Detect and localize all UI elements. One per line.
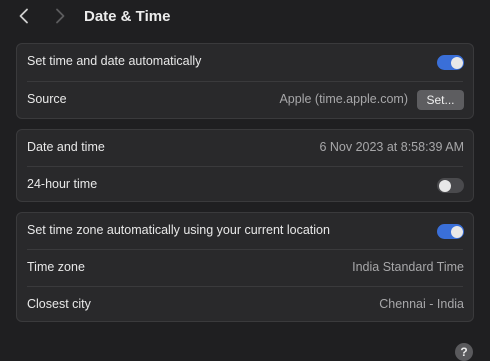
back-button[interactable] bbox=[14, 6, 34, 26]
closest-city-row: Closest city Chennai - India bbox=[17, 287, 473, 323]
source-value: Apple (time.apple.com) bbox=[279, 92, 408, 106]
toggle-knob bbox=[450, 56, 463, 69]
date-time-label: Date and time bbox=[27, 140, 105, 154]
hour24-row: 24-hour time bbox=[17, 167, 473, 203]
auto-timezone-row: Set time zone automatically using your c… bbox=[17, 213, 473, 249]
toggle-knob bbox=[450, 225, 463, 238]
source-row: Source Apple (time.apple.com) Set... bbox=[17, 82, 473, 118]
timezone-value: India Standard Time bbox=[352, 260, 464, 274]
page-title: Date & Time bbox=[84, 8, 171, 25]
chevron-right-icon bbox=[56, 8, 65, 24]
set-source-button[interactable]: Set... bbox=[417, 90, 464, 110]
hour24-toggle[interactable] bbox=[437, 178, 464, 193]
toggle-knob bbox=[438, 179, 451, 192]
set-automatically-toggle[interactable] bbox=[437, 55, 464, 70]
auto-timezone-label: Set time zone automatically using your c… bbox=[27, 223, 330, 237]
help-button[interactable]: ? bbox=[455, 343, 473, 361]
auto-time-group: Set time and date automatically Source A… bbox=[16, 43, 474, 119]
source-label: Source bbox=[27, 92, 67, 106]
timezone-group: Set time zone automatically using your c… bbox=[16, 212, 474, 322]
date-time-row: Date and time 6 Nov 2023 at 8:58:39 AM bbox=[17, 130, 473, 166]
date-time-group: Date and time 6 Nov 2023 at 8:58:39 AM 2… bbox=[16, 129, 474, 202]
chevron-left-icon bbox=[19, 8, 28, 24]
set-automatically-row: Set time and date automatically bbox=[17, 44, 473, 80]
closest-city-value: Chennai - India bbox=[379, 297, 464, 311]
header-bar: Date & Time bbox=[0, 0, 490, 34]
timezone-label: Time zone bbox=[27, 260, 85, 274]
timezone-row: Time zone India Standard Time bbox=[17, 250, 473, 286]
set-automatically-label: Set time and date automatically bbox=[27, 54, 202, 68]
hour24-label: 24-hour time bbox=[27, 177, 98, 191]
forward-button[interactable] bbox=[50, 6, 70, 26]
date-time-value[interactable]: 6 Nov 2023 at 8:58:39 AM bbox=[319, 140, 464, 154]
auto-timezone-toggle[interactable] bbox=[437, 224, 464, 239]
closest-city-label: Closest city bbox=[27, 297, 91, 311]
